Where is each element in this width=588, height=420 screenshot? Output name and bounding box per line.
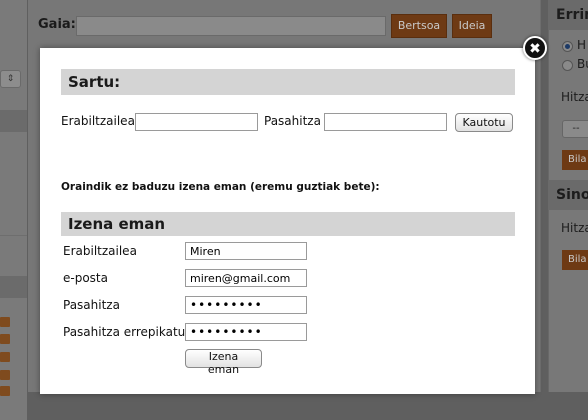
left-section-header-2: [0, 276, 27, 298]
login-username-label: Erabiltzailea: [61, 114, 135, 128]
rhyme-type-radio-1[interactable]: [562, 41, 573, 52]
register-password-input[interactable]: [185, 296, 307, 314]
register-submit-button[interactable]: Izena eman: [185, 349, 262, 376]
synonym-word-label: Hitza: [561, 221, 588, 235]
left-divider: [0, 235, 27, 236]
synonym-search-button[interactable]: Bila: [562, 250, 588, 270]
left-column: ⇕: [0, 0, 27, 420]
listen-icon[interactable]: [0, 352, 10, 362]
listen-icon[interactable]: [0, 334, 10, 344]
register-password-label: Pasahitza: [63, 298, 120, 312]
rhyme-type-radio-2[interactable]: [562, 60, 573, 71]
login-modal: Sartu: Erabiltzailea Pasahitza Kautotu O…: [40, 48, 535, 394]
listen-icon[interactable]: [0, 370, 10, 380]
register-password-repeat-label: Pasahitza errepikatu: [63, 325, 186, 339]
listen-icon[interactable]: [0, 317, 10, 327]
register-email-input[interactable]: [185, 269, 307, 287]
gaia-input[interactable]: [76, 16, 386, 36]
register-email-label: e-posta: [63, 271, 108, 285]
login-title: Sartu:: [61, 69, 515, 95]
left-select[interactable]: ⇕: [0, 70, 21, 88]
gaia-label: Gaia:: [38, 17, 76, 32]
register-note: Oraindik ez baduzu izena eman (eremu guz…: [61, 181, 380, 193]
listen-icon[interactable]: [0, 386, 10, 396]
login-username-input[interactable]: [135, 113, 258, 131]
left-section-header: [0, 110, 27, 132]
rhyme-search-button[interactable]: Bila: [562, 150, 588, 170]
close-icon[interactable]: ✖: [523, 36, 547, 60]
ideia-button[interactable]: Ideia: [452, 14, 492, 38]
rhyme-type-label-2: Bu: [577, 57, 588, 71]
register-username-input[interactable]: [185, 242, 307, 260]
register-password-repeat-input[interactable]: [185, 323, 307, 341]
bertsoa-button[interactable]: Bertsoa: [391, 14, 447, 38]
rhyme-type-label-1: H: [577, 38, 587, 52]
register-title: Izena eman: [61, 212, 515, 236]
login-password-input[interactable]: [324, 113, 447, 131]
rhyme-word-label: Hitza: [561, 90, 588, 104]
register-username-label: Erabiltzailea: [63, 244, 137, 258]
login-submit-button[interactable]: Kautotu: [455, 113, 513, 132]
rhyme-select[interactable]: --: [562, 120, 588, 138]
login-password-label: Pasahitza: [264, 114, 321, 128]
rhyme-panel-title: Errima: [548, 0, 588, 30]
synonym-panel-title: Sino: [548, 180, 588, 210]
